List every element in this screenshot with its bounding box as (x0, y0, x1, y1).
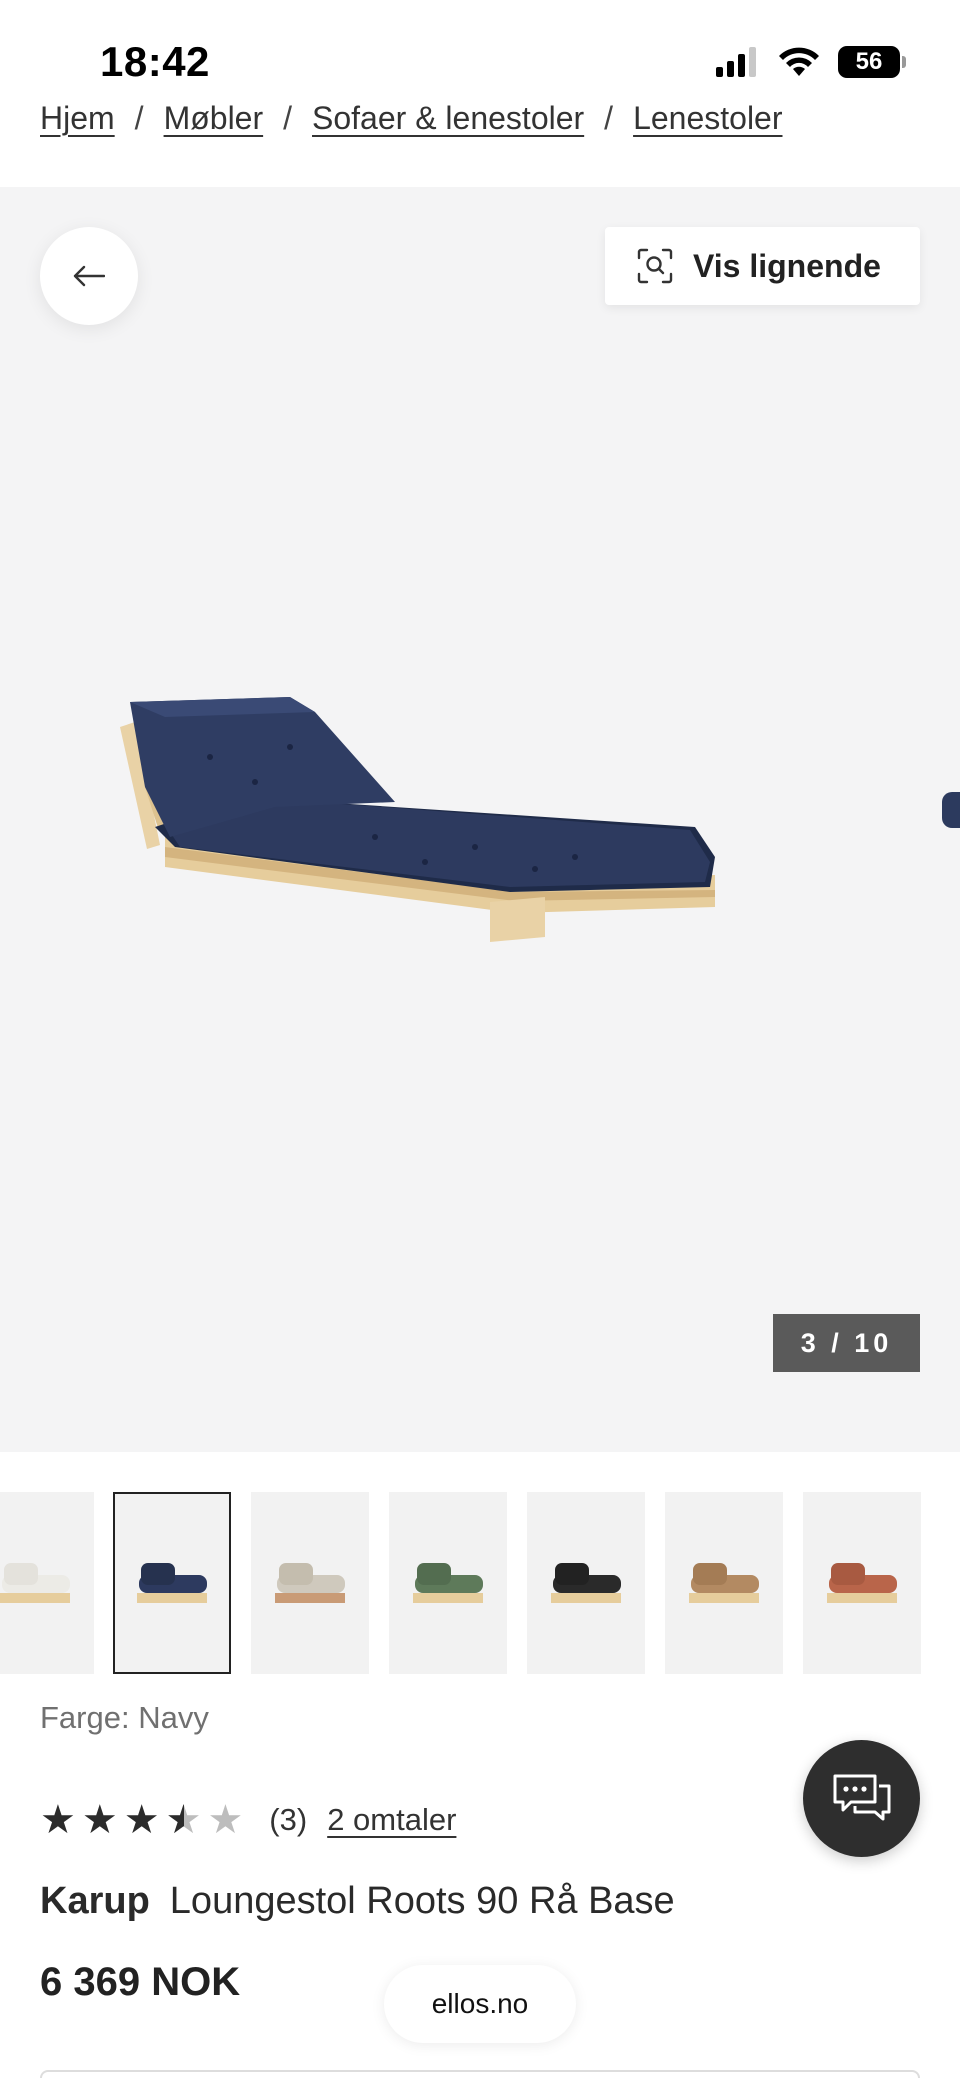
product-title: Karup Loungestol Roots 90 Rå Base (40, 1880, 675, 1923)
next-section-edge (40, 2070, 920, 2078)
chair-thumbnail-image (689, 1563, 759, 1603)
visual-search-icon (637, 248, 673, 284)
selected-color-label: Farge: Navy (40, 1700, 209, 1735)
reviews-link[interactable]: 2 omtaler (327, 1802, 456, 1838)
product-name: Loungestol Roots 90 Rå Base (169, 1880, 675, 1922)
chat-bubbles-icon (833, 1774, 890, 1820)
breadcrumb-separator: / (283, 100, 293, 136)
breadcrumb-home[interactable]: Hjem (40, 100, 115, 137)
star-half-icon: ★ (166, 1800, 202, 1840)
signal-icon (716, 47, 756, 77)
thumbnail-rust[interactable] (803, 1492, 921, 1674)
thumbnail-black[interactable] (527, 1492, 645, 1674)
image-counter: 3 / 10 (773, 1314, 920, 1372)
chat-button[interactable] (803, 1740, 920, 1857)
breadcrumb-furniture[interactable]: Møbler (164, 100, 264, 137)
product-brand[interactable]: Karup (40, 1880, 150, 1922)
status-time: 18:42 (100, 38, 210, 85)
chair-thumbnail-image (827, 1563, 897, 1603)
thumbnail-brown[interactable] (665, 1492, 783, 1674)
wifi-icon (779, 47, 819, 76)
browser-domain-pill[interactable]: ellos.no (384, 1965, 576, 2043)
chair-thumbnail-image (0, 1563, 70, 1603)
star-full-icon: ★ (123, 1798, 160, 1842)
back-button[interactable] (40, 227, 138, 325)
chair-thumbnail-image (413, 1563, 483, 1603)
star-full-icon: ★ (81, 1798, 118, 1842)
chair-thumbnail-image (137, 1563, 207, 1603)
next-image-peek[interactable] (942, 792, 960, 828)
star-full-icon: ★ (40, 1798, 76, 1842)
thumbnail-beige[interactable] (251, 1492, 369, 1674)
breadcrumb-separator: / (604, 100, 614, 136)
thumbnail-white[interactable] (0, 1492, 94, 1674)
arrow-left-icon (73, 265, 105, 287)
product-image[interactable] (115, 697, 725, 997)
battery-indicator: 56 (838, 46, 906, 78)
thumbnail-green[interactable] (389, 1492, 507, 1674)
rating-row: ★ ★ ★ ★ ★ (3) 2 omtaler (40, 1800, 456, 1840)
breadcrumb: Hjem / Møbler / Sofaer & lenestoler / Le… (40, 100, 783, 137)
breadcrumb-sofas[interactable]: Sofaer & lenestoler (312, 100, 584, 137)
thumbnail-navy[interactable] (113, 1492, 231, 1674)
chair-thumbnail-image (275, 1563, 345, 1603)
rating-count: (3) (269, 1802, 308, 1837)
status-icons: 56 (716, 46, 906, 78)
show-similar-button[interactable]: Vis lignende (605, 227, 920, 305)
color-thumbnails (0, 1492, 960, 1674)
show-similar-label: Vis lignende (693, 247, 881, 284)
product-gallery[interactable]: Vis lignende 3 / 10 (0, 187, 960, 1452)
chair-thumbnail-image (551, 1563, 621, 1603)
product-price: 6 369 NOK (40, 1960, 241, 2004)
breadcrumb-separator: / (134, 100, 144, 136)
breadcrumb-armchairs[interactable]: Lenestoler (633, 100, 782, 137)
battery-level: 56 (855, 48, 883, 75)
star-empty-icon: ★ (207, 1798, 244, 1842)
